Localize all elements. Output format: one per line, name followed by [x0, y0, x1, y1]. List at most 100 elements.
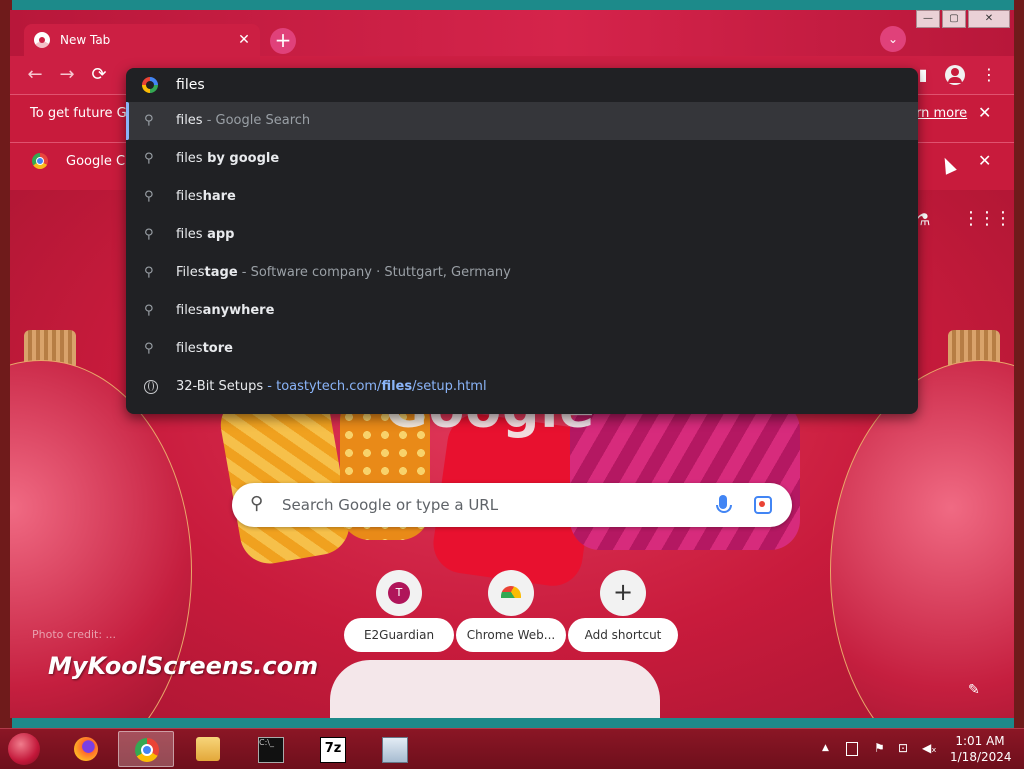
window-controls: — ▢ ✕ — [916, 10, 1010, 28]
suggestion-text: filestore — [176, 341, 233, 356]
suggestion-text: 32-Bit Setups - toastytech.com/files/set… — [176, 379, 487, 394]
labs-flask-icon[interactable]: ⚗ — [916, 210, 930, 229]
omnibox-suggestion[interactable]: 32-Bit Setups - toastytech.com/files/set… — [126, 368, 918, 406]
customize-pencil-icon[interactable]: ✎ — [968, 682, 980, 698]
suggestion-completion: by google — [202, 151, 280, 166]
search-icon: ⚲ — [144, 189, 154, 204]
taskbar-chrome[interactable] — [118, 731, 174, 767]
shortcut-add[interactable]: + Add shortcut — [568, 570, 678, 652]
omnibox-suggestion[interactable]: ⚲ Filestage - Software company · Stuttgar… — [126, 254, 918, 292]
address-bar-value[interactable]: files — [176, 77, 205, 93]
suggestion-text: files by google — [176, 151, 279, 166]
suggestion-typed: files — [176, 151, 203, 166]
forward-button[interactable]: → — [54, 62, 80, 88]
show-hidden-icons[interactable]: ▲ — [822, 743, 829, 753]
address-bar[interactable]: files — [126, 68, 918, 102]
omnibox-suggestion[interactable]: ⚲ files by google — [126, 140, 918, 178]
tab-close-icon[interactable]: ✕ — [234, 32, 254, 48]
google-lens-icon[interactable] — [754, 496, 772, 514]
back-button[interactable]: ← — [22, 62, 48, 88]
ntp-search-box[interactable]: ⚲ Search Google or type a URL — [232, 483, 792, 527]
omnibox-suggestion[interactable]: ⚲ fileshare — [126, 178, 918, 216]
maximize-button[interactable]: ▢ — [942, 10, 966, 28]
chrome-web-store-icon — [488, 570, 534, 616]
suggestion-description: - Software company · Stuttgart, Germany — [237, 265, 511, 280]
google-apps-icon[interactable]: ⋮⋮⋮ — [962, 208, 1012, 229]
store-arc — [501, 586, 521, 598]
add-symbol: + — [612, 578, 634, 606]
photo-credit[interactable]: Photo credit: ... — [32, 628, 116, 641]
infobar-close-icon[interactable]: ✕ — [978, 151, 991, 170]
taskbar-task-manager[interactable] — [366, 731, 422, 767]
reload-button[interactable]: ⟳ — [86, 62, 112, 88]
7zip-icon: 7z — [320, 737, 346, 763]
shortcut-label: E2Guardian — [344, 618, 454, 652]
folder-icon — [196, 737, 220, 761]
taskbar-command-prompt[interactable]: C:\_ — [242, 731, 298, 767]
suggestion-url-part: files — [381, 379, 413, 394]
network-icon[interactable]: ⊡ — [898, 741, 908, 755]
chrome-icon — [135, 738, 159, 762]
clock-date: 1/18/2024 — [950, 750, 1012, 764]
new-tab-button[interactable]: + — [270, 28, 296, 54]
add-icon: + — [600, 570, 646, 616]
suggestion-description: - Google Search — [202, 113, 311, 128]
search-icon: ⚲ — [144, 341, 154, 356]
tab-title: New Tab — [60, 33, 111, 47]
flag-icon[interactable]: ⚑ — [874, 741, 885, 755]
start-button[interactable] — [8, 733, 40, 765]
omnibox-suggestion[interactable]: ⚲ files - Google Search — [126, 102, 918, 140]
suggestion-completion: tage — [204, 265, 238, 280]
tab-new-tab[interactable]: New Tab ✕ — [24, 24, 260, 56]
shortcut-chrome-web-store[interactable]: Chrome Web... — [456, 570, 566, 652]
infobar-close-icon[interactable]: ✕ — [978, 103, 991, 122]
desktop-background-right — [1014, 0, 1024, 728]
taskbar-7zip[interactable]: 7z — [304, 731, 360, 767]
suggestion-text: files - Google Search — [176, 113, 310, 128]
brand-watermark: MyKoolScreens.com — [48, 652, 319, 680]
omnibox-suggestion[interactable]: ⚲ filestore — [126, 330, 918, 368]
search-icon: ⚲ — [144, 303, 154, 318]
search-icon: ⚲ — [144, 265, 154, 280]
shortcut-label: Add shortcut — [568, 618, 678, 652]
chrome-icon-center — [141, 744, 153, 756]
system-clock[interactable]: 1:01 AM 1/18/2024 — [950, 733, 1012, 765]
search-placeholder: Search Google or type a URL — [282, 496, 499, 514]
suggestion-completion: anywhere — [202, 303, 275, 318]
suggestion-typed: Files — [176, 265, 205, 280]
omnibox-suggestion[interactable]: ⚲ filesanywhere — [126, 292, 918, 330]
suggestion-typed: 32-Bit Setups — [176, 379, 264, 394]
chrome-favicon-icon — [34, 32, 50, 48]
microphone-icon[interactable] — [716, 495, 732, 513]
omnibox-suggestion[interactable]: ⚲ files app — [126, 216, 918, 254]
search-icon: ⚲ — [144, 113, 154, 128]
volume-muted-icon[interactable]: ◀ₓ — [922, 741, 937, 755]
minimize-button[interactable]: — — [916, 10, 940, 28]
infobar-default-text: Google C — [66, 154, 126, 169]
clock-time: 1:01 AM — [955, 734, 1005, 748]
suggestion-url-part: /setup.html — [412, 379, 487, 394]
globe-icon — [144, 380, 158, 394]
suggestion-typed: files — [176, 113, 203, 128]
terminal-icon: C:\_ — [258, 737, 284, 763]
profile-avatar-icon[interactable] — [945, 65, 965, 85]
taskbar-firefox[interactable] — [58, 731, 114, 767]
suggestion-typed: files — [176, 189, 203, 204]
task-manager-icon — [382, 737, 408, 763]
action-center-icon[interactable] — [846, 742, 858, 756]
suggestion-text: files app — [176, 227, 235, 242]
search-icon: ⚲ — [144, 151, 154, 166]
taskbar-file-explorer[interactable] — [180, 731, 236, 767]
suggestion-text: fileshare — [176, 189, 236, 204]
suggestion-completion: hare — [202, 189, 236, 204]
shortcut-label: Chrome Web... — [456, 618, 566, 652]
tab-search-button[interactable]: ⌄ — [880, 26, 906, 52]
shortcut-e2guardian[interactable]: T E2Guardian — [344, 570, 454, 652]
suggestion-completion: app — [202, 227, 235, 242]
decor-year-text — [330, 660, 660, 718]
search-icon: ⚲ — [250, 493, 264, 514]
menu-button[interactable]: ⋮ — [976, 62, 1002, 88]
omnibox-dropdown: files ⚲ files - Google Search ⚲ files by go… — [126, 68, 918, 414]
close-window-button[interactable]: ✕ — [968, 10, 1010, 28]
suggestion-completion: tore — [202, 341, 233, 356]
